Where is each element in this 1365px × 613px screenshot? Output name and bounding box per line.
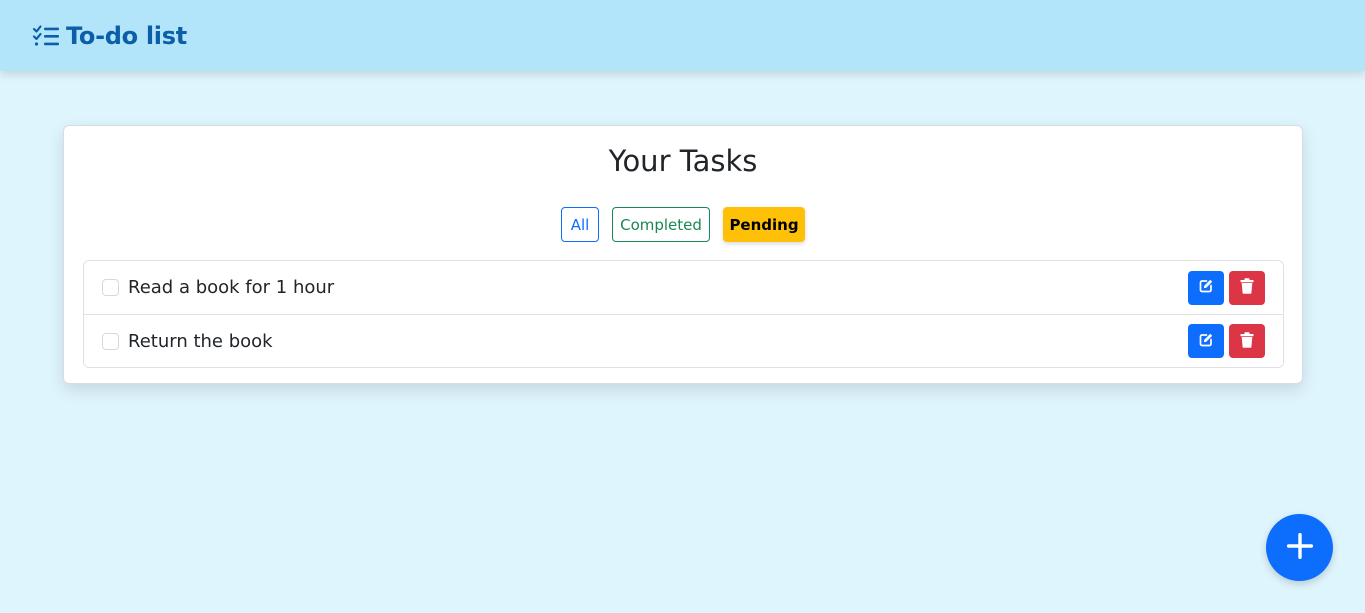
task-actions <box>1188 270 1265 305</box>
pencil-square-icon <box>1198 278 1214 297</box>
filter-pending-button[interactable]: Pending <box>723 207 805 242</box>
edit-task-button[interactable] <box>1188 324 1224 358</box>
task-actions <box>1188 324 1265 358</box>
task-item: Return the book <box>84 314 1283 367</box>
filter-completed-button[interactable]: Completed <box>612 207 710 242</box>
delete-task-button[interactable] <box>1229 324 1265 358</box>
plus-icon <box>1285 531 1315 564</box>
tasks-card: Your Tasks All Completed Pending Read a … <box>63 125 1303 384</box>
task-text: Read a book for 1 hour <box>128 277 335 298</box>
task-item: Read a book for 1 hour <box>84 261 1283 314</box>
trash-icon <box>1240 331 1254 351</box>
task-checkbox[interactable] <box>102 332 119 350</box>
brand-title: To-do list <box>66 21 187 50</box>
pencil-square-icon <box>1198 332 1214 351</box>
brand-link[interactable]: To-do list <box>32 22 187 50</box>
navbar: To-do list <box>0 0 1365 71</box>
task-text: Return the book <box>128 330 273 352</box>
filter-all-button[interactable]: All <box>561 207 599 242</box>
list-check-icon <box>32 24 60 48</box>
filter-group: All Completed Pending <box>64 207 1302 242</box>
add-task-button[interactable] <box>1266 514 1333 581</box>
task-list: Read a book for 1 hour Return the book <box>83 260 1284 368</box>
task-checkbox[interactable] <box>102 279 119 296</box>
trash-icon <box>1240 278 1254 297</box>
edit-task-button[interactable] <box>1188 270 1224 305</box>
page-title: Your Tasks <box>608 144 758 178</box>
delete-task-button[interactable] <box>1229 270 1265 305</box>
